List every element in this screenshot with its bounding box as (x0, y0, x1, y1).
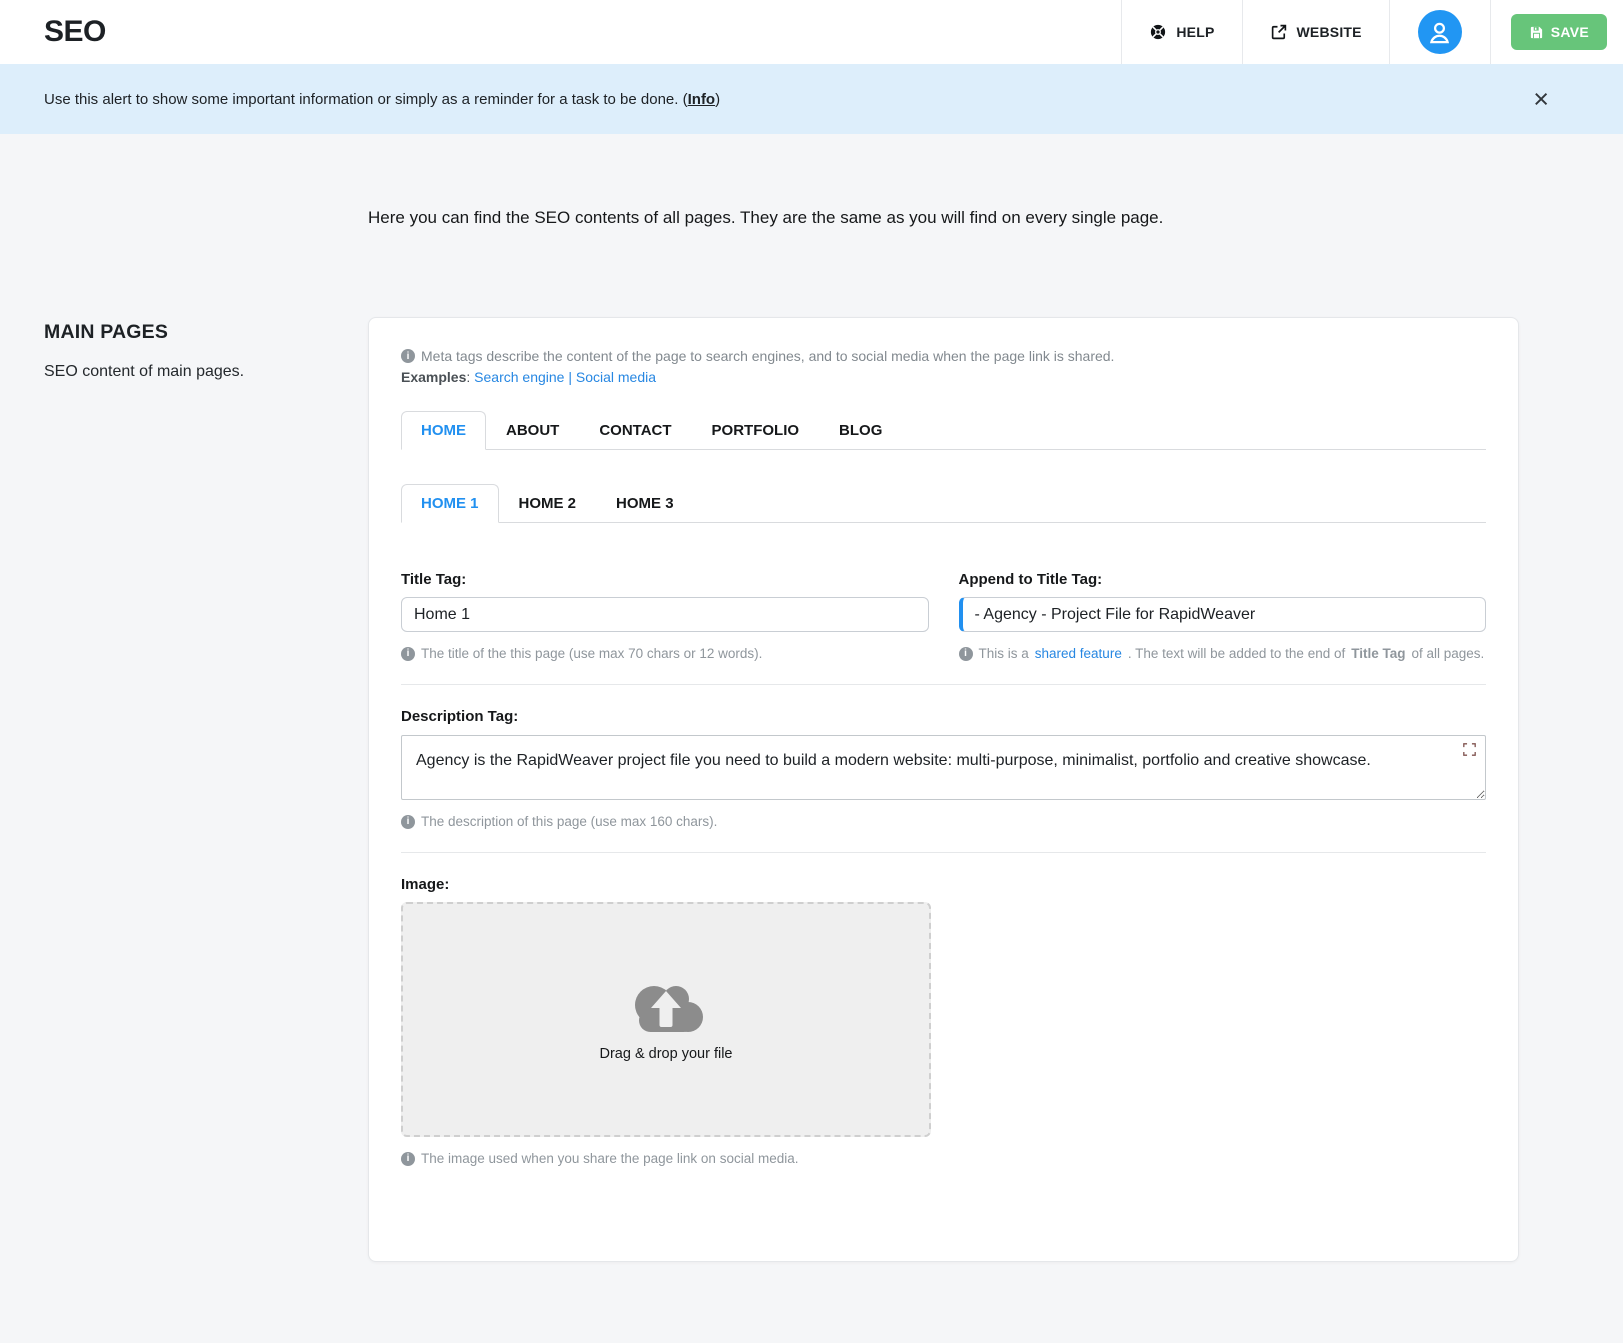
image-label: Image: (401, 876, 1486, 893)
info-icon: i (401, 1152, 415, 1166)
description-tag-input[interactable]: Agency is the RapidWeaver project file y… (401, 735, 1486, 800)
alert-text-pre: Use this alert to show some important in… (44, 91, 688, 108)
info-icon: i (959, 647, 973, 661)
examples-separator: | (568, 369, 572, 385)
upload-cloud-icon (624, 978, 708, 1038)
floppy-disk-icon (1529, 25, 1544, 40)
shared-feature-link[interactable]: shared feature (1035, 646, 1122, 661)
subtab-home-1[interactable]: HOME 1 (401, 484, 499, 523)
tab-blog[interactable]: BLOG (819, 411, 902, 450)
examples-colon: : (466, 369, 470, 385)
subtab-home-2[interactable]: HOME 2 (499, 484, 597, 523)
meta-info-line: i Meta tags describe the content of the … (401, 348, 1486, 364)
image-dropzone[interactable]: Drag & drop your file (401, 902, 931, 1137)
page-tabs: HOME ABOUT CONTACT PORTFOLIO BLOG (401, 411, 1486, 450)
avatar (1418, 10, 1462, 54)
tab-portfolio[interactable]: PORTFOLIO (692, 411, 820, 450)
append-title-tag-label: Append to Title Tag: (959, 571, 1487, 588)
fullscreen-expand-icon[interactable] (1463, 743, 1476, 756)
meta-info-text: Meta tags describe the content of the pa… (421, 348, 1114, 364)
description-tag-field: Description Tag: Agency is the RapidWeav… (401, 708, 1486, 829)
title-tag-help: i The title of the this page (use max 70… (401, 646, 929, 661)
description-tag-help: i The description of this page (use max … (401, 814, 1486, 829)
user-icon (1435, 23, 1444, 32)
title-tag-input[interactable] (401, 597, 929, 632)
section-header: MAIN PAGES SEO content of main pages. (44, 317, 368, 1262)
image-help: i The image used when you share the page… (401, 1151, 1486, 1166)
description-tag-label: Description Tag: (401, 708, 1486, 725)
website-button[interactable]: WEBSITE (1242, 0, 1389, 64)
website-label: WEBSITE (1297, 24, 1362, 40)
section-title: MAIN PAGES (44, 321, 368, 344)
help-label: HELP (1176, 24, 1214, 40)
tab-contact[interactable]: CONTACT (579, 411, 691, 450)
info-icon: i (401, 349, 415, 363)
save-cell: SAVE (1490, 0, 1623, 64)
alert-info-link[interactable]: Info (688, 91, 716, 108)
subtab-home-3[interactable]: HOME 3 (596, 484, 694, 523)
home-subtabs: HOME 1 HOME 2 HOME 3 (401, 484, 1486, 523)
external-link-icon (1270, 23, 1288, 41)
info-alert: Use this alert to show some important in… (0, 64, 1623, 134)
tab-about[interactable]: ABOUT (486, 411, 579, 450)
lifebuoy-icon (1149, 23, 1167, 41)
user-menu[interactable] (1389, 0, 1490, 64)
save-button[interactable]: SAVE (1511, 14, 1607, 50)
app-header: SEO HELP (0, 0, 1623, 64)
save-label: SAVE (1551, 24, 1589, 40)
examples-line: Examples: Search engine | Social media (401, 369, 1486, 385)
header-actions: HELP WEBSITE (1121, 0, 1623, 64)
tab-home[interactable]: HOME (401, 411, 486, 450)
divider (401, 852, 1486, 853)
alert-text: Use this alert to show some important in… (44, 91, 1529, 108)
append-title-tag-input[interactable] (959, 597, 1487, 632)
close-icon[interactable]: × (1529, 89, 1553, 109)
social-media-example-link[interactable]: Social media (576, 369, 656, 385)
help-button[interactable]: HELP (1121, 0, 1241, 64)
info-icon: i (401, 647, 415, 661)
section-subtitle: SEO content of main pages. (44, 363, 368, 381)
intro-text: Here you can find the SEO contents of al… (368, 208, 1519, 228)
page-title: SEO (0, 0, 1121, 64)
seo-card: i Meta tags describe the content of the … (368, 317, 1519, 1262)
search-engine-example-link[interactable]: Search engine (474, 369, 564, 385)
append-title-tag-help: i This is a shared feature . The text wi… (959, 646, 1487, 661)
dropzone-text: Drag & drop your file (600, 1046, 733, 1062)
title-tag-field: Title Tag: i The title of the this page … (401, 571, 929, 661)
title-tag-label: Title Tag: (401, 571, 929, 588)
examples-label: Examples (401, 369, 466, 385)
alert-text-post: ) (715, 91, 720, 108)
append-title-tag-field: Append to Title Tag: i This is a shared … (959, 571, 1487, 661)
image-field: Image: (401, 876, 1486, 1166)
divider (401, 684, 1486, 685)
info-icon: i (401, 815, 415, 829)
